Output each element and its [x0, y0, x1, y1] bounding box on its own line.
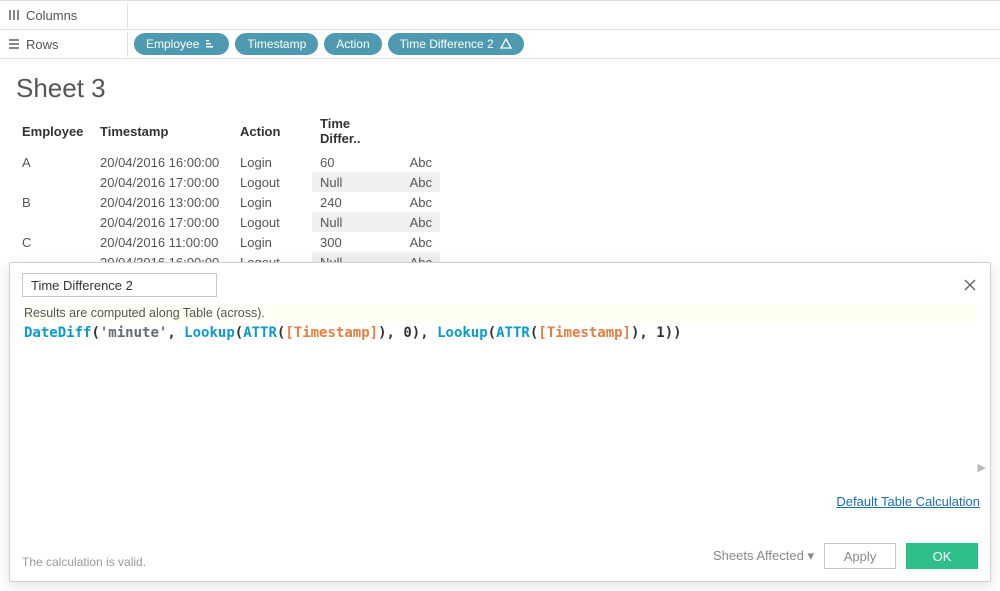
header-timediff[interactable]: Time Differ..: [312, 114, 384, 152]
cell-timestamp: 20/04/2016 17:00:00: [92, 212, 232, 232]
sheets-affected-label: Sheets Affected: [713, 548, 804, 563]
pill-label: Timestamp: [247, 37, 306, 51]
calc-name-input[interactable]: [22, 273, 217, 297]
close-icon: [964, 279, 976, 291]
cell-employee: C: [14, 232, 92, 252]
calculation-editor-dialog: Results are computed along Table (across…: [9, 262, 991, 582]
columns-shelf[interactable]: Columns: [0, 0, 1000, 29]
token-func: Lookup: [437, 325, 488, 341]
cell-timestamp: 20/04/2016 13:00:00: [92, 192, 232, 212]
rows-shelf-label: Rows: [0, 32, 128, 57]
token-plain: ),: [412, 325, 437, 341]
scroll-right-indicator[interactable]: ▶: [978, 461, 986, 474]
token-plain: ,: [167, 325, 184, 341]
token-field: [Timestamp]: [285, 325, 378, 341]
cell-abc: Abc: [384, 152, 440, 172]
table-calc-icon: [500, 38, 512, 50]
cell-diff: 60: [312, 152, 384, 172]
rows-shelf[interactable]: Rows Employee Timestamp Action Time Diff…: [0, 29, 1000, 58]
cell-diff: Null: [312, 172, 384, 192]
calc-compute-note: Results are computed along Table (across…: [22, 305, 978, 323]
calc-formula[interactable]: DateDiff('minute', Lookup(ATTR([Timestam…: [22, 323, 978, 343]
pill-label: Employee: [146, 37, 199, 51]
default-table-calculation-link[interactable]: Default Table Calculation: [836, 494, 980, 509]
cell-timestamp: 20/04/2016 11:00:00: [92, 232, 232, 252]
token-num: 0: [403, 325, 411, 341]
rows-shelf-dropzone[interactable]: Employee Timestamp Action Time Differenc…: [128, 30, 1000, 58]
cell-abc: Abc: [384, 232, 440, 252]
apply-button[interactable]: Apply: [824, 543, 896, 569]
columns-icon: [8, 9, 20, 21]
cell-employee: [14, 172, 92, 192]
calc-valid-text: The calculation is valid.: [22, 555, 146, 569]
calc-editor-body[interactable]: Results are computed along Table (across…: [10, 305, 990, 486]
pill-time-difference[interactable]: Time Difference 2: [388, 33, 524, 55]
cell-diff: 240: [312, 192, 384, 212]
cell-action: Login: [232, 192, 312, 212]
chevron-down-icon: ▾: [807, 548, 814, 563]
rows-icon: [8, 38, 20, 50]
cell-action: Logout: [232, 212, 312, 232]
columns-text: Columns: [26, 8, 77, 23]
cell-action: Login: [232, 152, 312, 172]
token-func: ATTR: [243, 325, 277, 341]
table-row: 20/04/2016 17:00:00 Logout Null Abc: [14, 212, 440, 232]
cell-diff: 300: [312, 232, 384, 252]
sort-icon: [205, 38, 217, 50]
header-timestamp[interactable]: Timestamp: [92, 114, 232, 152]
columns-shelf-label: Columns: [0, 3, 128, 28]
cell-timestamp: 20/04/2016 17:00:00: [92, 172, 232, 192]
token-plain: (: [91, 325, 99, 341]
data-table: Employee Timestamp Action Time Differ.. …: [14, 114, 440, 272]
pill-timestamp[interactable]: Timestamp: [235, 33, 318, 55]
token-plain: )): [665, 325, 682, 341]
pill-employee[interactable]: Employee: [134, 33, 229, 55]
header-action[interactable]: Action: [232, 114, 312, 152]
token-plain: ),: [378, 325, 403, 341]
rows-text: Rows: [26, 37, 59, 52]
cell-abc: Abc: [384, 212, 440, 232]
columns-shelf-dropzone[interactable]: [128, 12, 1000, 18]
token-func: ATTR: [496, 325, 530, 341]
cell-action: Login: [232, 232, 312, 252]
cell-diff: Null: [312, 212, 384, 232]
table-row: A 20/04/2016 16:00:00 Login 60 Abc: [14, 152, 440, 172]
sheets-affected-dropdown[interactable]: Sheets Affected ▾: [713, 548, 814, 564]
token-num: 1: [656, 325, 664, 341]
token-func: Lookup: [184, 325, 235, 341]
ok-button[interactable]: OK: [906, 543, 978, 569]
token-plain: ),: [631, 325, 656, 341]
cell-employee: B: [14, 192, 92, 212]
token-plain: (: [488, 325, 496, 341]
table-row: C 20/04/2016 11:00:00 Login 300 Abc: [14, 232, 440, 252]
cell-abc: Abc: [384, 192, 440, 212]
table-row: B 20/04/2016 13:00:00 Login 240 Abc: [14, 192, 440, 212]
cell-employee: [14, 212, 92, 232]
cell-timestamp: 20/04/2016 16:00:00: [92, 152, 232, 172]
header-abc: [384, 114, 440, 152]
token-plain: (: [530, 325, 538, 341]
cell-action: Logout: [232, 172, 312, 192]
cell-abc: Abc: [384, 172, 440, 192]
sheet-title: Sheet 3: [0, 59, 1000, 114]
pill-label: Time Difference 2: [400, 37, 494, 51]
token-plain: (: [235, 325, 243, 341]
pill-action[interactable]: Action: [324, 33, 381, 55]
token-field: [Timestamp]: [538, 325, 631, 341]
cell-employee: A: [14, 152, 92, 172]
close-button[interactable]: [962, 277, 978, 293]
token-func: DateDiff: [24, 325, 91, 341]
header-employee[interactable]: Employee: [14, 114, 92, 152]
token-string: 'minute': [100, 325, 167, 341]
pill-label: Action: [336, 37, 369, 51]
table-row: 20/04/2016 17:00:00 Logout Null Abc: [14, 172, 440, 192]
